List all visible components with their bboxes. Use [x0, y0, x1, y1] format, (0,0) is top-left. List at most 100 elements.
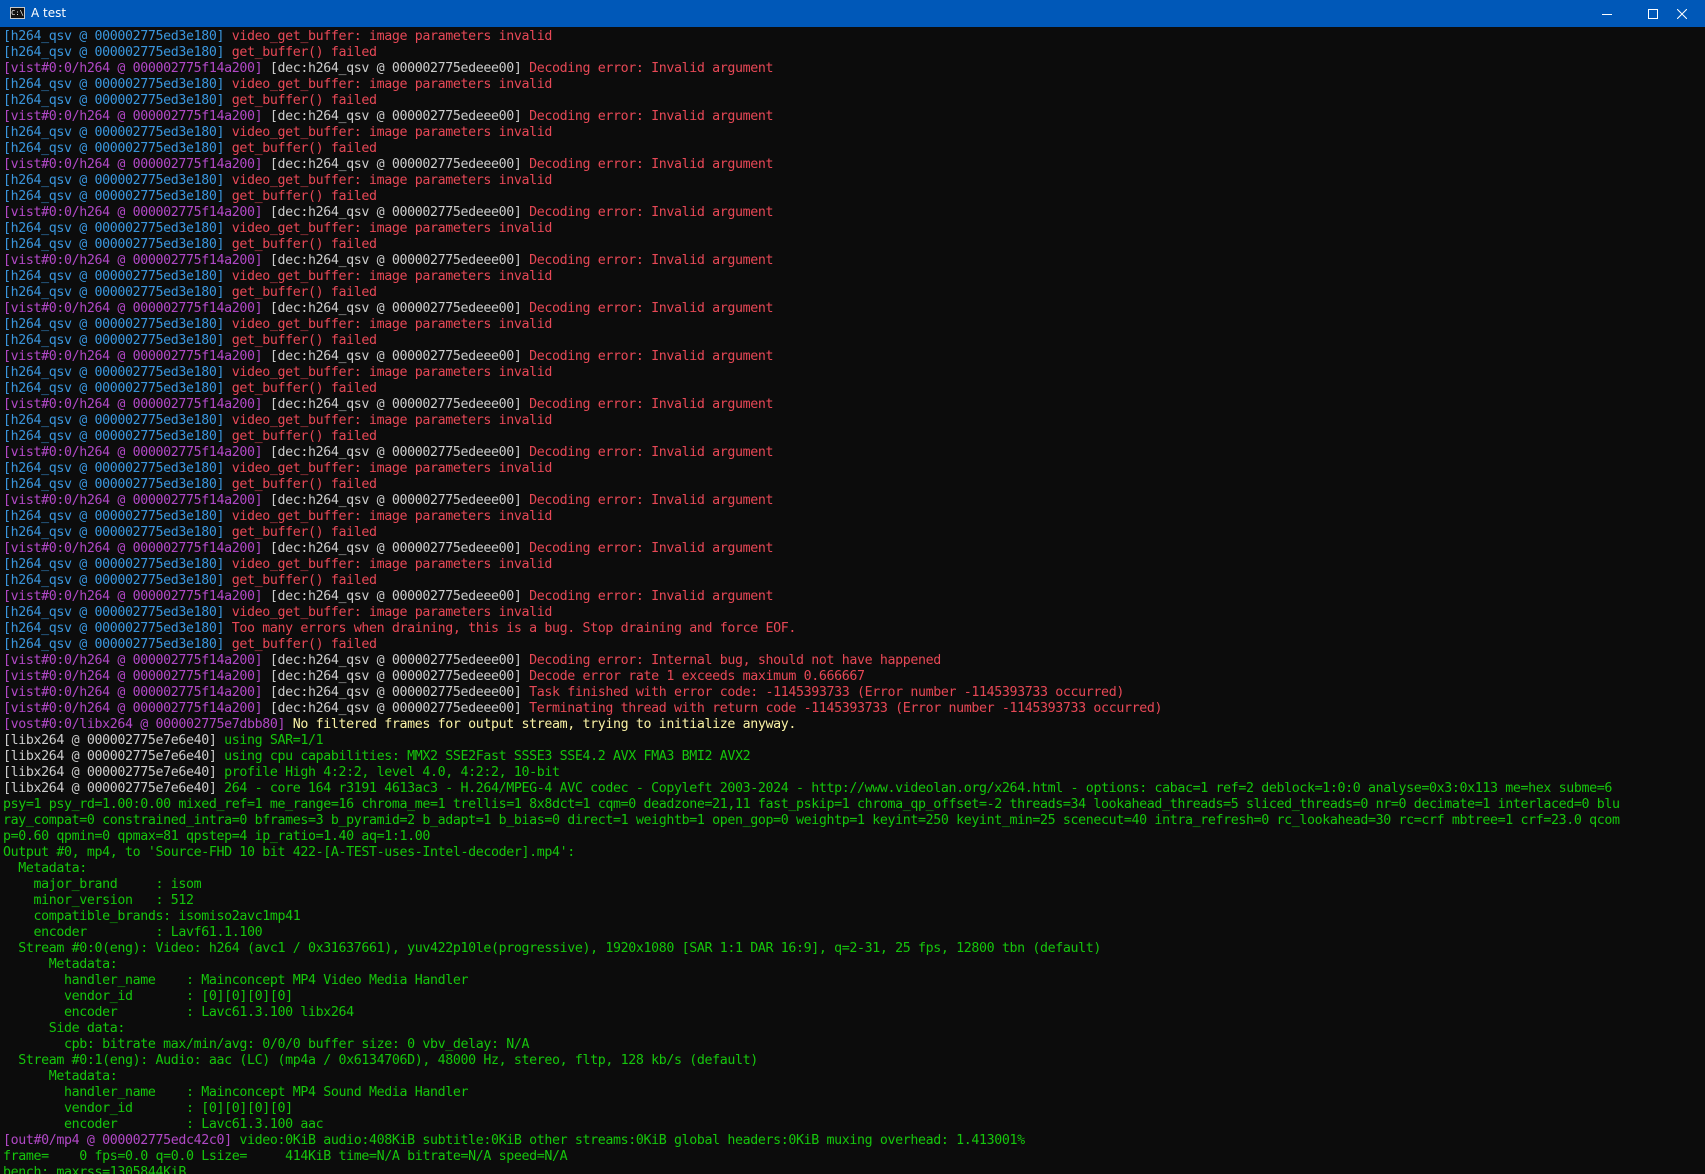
console-text-segment: Stream #0:1(eng): Audio: aac (LC) (mp4a … — [3, 1053, 758, 1068]
console-text-segment: encoder : Lavc61.3.100 libx264 — [3, 1005, 354, 1020]
console-text-segment: encoder : Lavf61.1.100 — [3, 925, 263, 940]
console-text-segment: [h264_qsv @ 000002775ed3e180] — [3, 29, 232, 44]
console-line: [h264_qsv @ 000002775ed3e180] video_get_… — [3, 557, 1703, 573]
console-line: [h264_qsv @ 000002775ed3e180] video_get_… — [3, 77, 1703, 93]
console-text-segment: get_buffer() failed — [231, 637, 377, 652]
console-text-segment: [h264_qsv @ 000002775ed3e180] — [3, 621, 232, 636]
console-text-segment: frame= 0 fps=0.0 q=0.0 Lsize= 414KiB tim… — [3, 1149, 568, 1164]
console-text-segment: handler_name : Mainconcept MP4 Video Med… — [3, 973, 469, 988]
console-text-segment: Decode error rate 1 exceeds maximum 0.66… — [529, 669, 865, 684]
console-text-segment: Output #0, mp4, to 'Source-FHD 10 bit 42… — [3, 845, 575, 860]
maximize-icon — [1648, 8, 1658, 19]
console-text-segment: [vist#0:0/h264 @ 000002775f14a200] — [3, 61, 270, 76]
console-line: [h264_qsv @ 000002775ed3e180] video_get_… — [3, 461, 1703, 477]
console-text-segment: ray_compat=0 constrained_intra=0 bframes… — [3, 813, 1620, 828]
console-line: [libx264 @ 000002775e7e6e40] 264 - core … — [3, 781, 1703, 797]
console-text-segment: [vist#0:0/h264 @ 000002775f14a200] — [3, 701, 270, 716]
console-text-segment: [h264_qsv @ 000002775ed3e180] — [3, 557, 232, 572]
console-text-segment: get_buffer() failed — [231, 141, 377, 156]
console-line: Side data: — [3, 1021, 1703, 1037]
console-line: encoder : Lavf61.1.100 — [3, 925, 1703, 941]
console-text-segment: [h264_qsv @ 000002775ed3e180] — [3, 189, 232, 204]
console-text-segment: video_get_buffer: image parameters inval… — [231, 77, 553, 92]
console-text-segment: [libx264 @ 000002775e7e6e40] — [3, 781, 225, 796]
title-bar[interactable]: C:\ A test — [0, 0, 1705, 27]
console-line: [libx264 @ 000002775e7e6e40] profile Hig… — [3, 765, 1703, 781]
minimize-button[interactable] — [1584, 0, 1630, 27]
console-line: [h264_qsv @ 000002775ed3e180] get_buffer… — [3, 333, 1703, 349]
console-text-segment: Stream #0:0(eng): Video: h264 (avc1 / 0x… — [3, 941, 1102, 956]
console-line: [h264_qsv @ 000002775ed3e180] get_buffer… — [3, 141, 1703, 157]
console-text-segment: Too many errors when draining, this is a… — [231, 621, 797, 636]
console-text-segment: video_get_buffer: image parameters inval… — [231, 317, 553, 332]
console-text-segment: Decoding error: Invalid argument — [529, 253, 774, 268]
console-line: [vist#0:0/h264 @ 000002775f14a200] [dec:… — [3, 445, 1703, 461]
console-line: [h264_qsv @ 000002775ed3e180] get_buffer… — [3, 45, 1703, 61]
console-text-segment: Decoding error: Invalid argument — [529, 301, 774, 316]
console-line: Metadata: — [3, 1069, 1703, 1085]
console-line: [vist#0:0/h264 @ 000002775f14a200] [dec:… — [3, 493, 1703, 509]
console-text-segment: Decoding error: Invalid argument — [529, 205, 774, 220]
console-line: cpb: bitrate max/min/avg: 0/0/0 buffer s… — [3, 1037, 1703, 1053]
console-text-segment: get_buffer() failed — [231, 573, 377, 588]
console-line: bench: maxrss=1305844KiB — [3, 1165, 1703, 1174]
console-text-segment: [libx264 @ 000002775e7e6e40] — [3, 749, 225, 764]
console-text-segment: [vist#0:0/h264 @ 000002775f14a200] — [3, 253, 270, 268]
console-text-segment: [h264_qsv @ 000002775ed3e180] — [3, 573, 232, 588]
console-text-segment: Decoding error: Invalid argument — [529, 397, 774, 412]
console-line: encoder : Lavc61.3.100 libx264 — [3, 1005, 1703, 1021]
console-text-segment: [out#0/mp4 @ 000002775edc42c0] — [3, 1133, 240, 1148]
console-text-segment: handler_name : Mainconcept MP4 Sound Med… — [3, 1085, 469, 1100]
console-text-segment: [h264_qsv @ 000002775ed3e180] — [3, 413, 232, 428]
console-line: [vist#0:0/h264 @ 000002775f14a200] [dec:… — [3, 109, 1703, 125]
console-line: [vost#0:0/libx264 @ 000002775e7dbb80] No… — [3, 717, 1703, 733]
console-line: [libx264 @ 000002775e7e6e40] using cpu c… — [3, 749, 1703, 765]
console-text-segment: get_buffer() failed — [231, 333, 377, 348]
console-text-segment: encoder : Lavc61.3.100 aac — [3, 1117, 324, 1132]
console-line: [vist#0:0/h264 @ 000002775f14a200] [dec:… — [3, 653, 1703, 669]
console-text-segment: [vist#0:0/h264 @ 000002775f14a200] — [3, 109, 270, 124]
console-text-segment: get_buffer() failed — [231, 477, 377, 492]
console-text-segment: [vist#0:0/h264 @ 000002775f14a200] — [3, 493, 270, 508]
console-text-segment: [libx264 @ 000002775e7e6e40] — [3, 733, 225, 748]
console-line: frame= 0 fps=0.0 q=0.0 Lsize= 414KiB tim… — [3, 1149, 1703, 1165]
console-text-segment: Side data: — [3, 1021, 126, 1036]
console-text-segment: [dec:h264_qsv @ 000002775edeee00] — [269, 653, 530, 668]
close-button[interactable] — [1659, 0, 1705, 27]
console-app-icon[interactable]: C:\ — [10, 7, 25, 19]
console-text-segment: [vist#0:0/h264 @ 000002775f14a200] — [3, 589, 270, 604]
console-text-segment: [h264_qsv @ 000002775ed3e180] — [3, 365, 232, 380]
console-text-segment: get_buffer() failed — [231, 525, 377, 540]
console-line: [h264_qsv @ 000002775ed3e180] get_buffer… — [3, 525, 1703, 541]
console-text-segment: get_buffer() failed — [231, 285, 377, 300]
console-line: [h264_qsv @ 000002775ed3e180] get_buffer… — [3, 93, 1703, 109]
console-text-segment: video_get_buffer: image parameters inval… — [231, 557, 553, 572]
console-line: Stream #0:1(eng): Audio: aac (LC) (mp4a … — [3, 1053, 1703, 1069]
console-text-segment: get_buffer() failed — [231, 237, 377, 252]
console-line: psy=1 psy_rd=1.00:0.00 mixed_ref=1 me_ra… — [3, 797, 1703, 813]
console-text-segment: video_get_buffer: image parameters inval… — [231, 461, 553, 476]
console-line: [vist#0:0/h264 @ 000002775f14a200] [dec:… — [3, 301, 1703, 317]
console-text-segment: [vost#0:0/libx264 @ 000002775e7dbb80] — [3, 717, 293, 732]
console-text-segment: [h264_qsv @ 000002775ed3e180] — [3, 269, 232, 284]
console-text-segment: Terminating thread with return code -114… — [529, 701, 1163, 716]
console-line: compatible_brands: isomiso2avc1mp41 — [3, 909, 1703, 925]
console-text-segment: [dec:h264_qsv @ 000002775edeee00] — [269, 397, 530, 412]
console-output[interactable]: [h264_qsv @ 000002775ed3e180] video_get_… — [3, 29, 1703, 1174]
minimize-icon — [1602, 13, 1612, 15]
console-text-segment: [dec:h264_qsv @ 000002775edeee00] — [269, 685, 530, 700]
console-text-segment: [libx264 @ 000002775e7e6e40] — [3, 765, 225, 780]
console-text-segment: video_get_buffer: image parameters inval… — [231, 509, 553, 524]
console-line: [h264_qsv @ 000002775ed3e180] Too many e… — [3, 621, 1703, 637]
console-line: [h264_qsv @ 000002775ed3e180] get_buffer… — [3, 637, 1703, 653]
console-line: [vist#0:0/h264 @ 000002775f14a200] [dec:… — [3, 349, 1703, 365]
console-text-segment: Decoding error: Invalid argument — [529, 61, 774, 76]
console-text-segment: 264 - core 164 r3191 4613ac3 - H.264/MPE… — [224, 781, 1612, 796]
console-text-segment: bench: maxrss=1305844KiB — [3, 1165, 187, 1174]
console-text-segment: using cpu capabilities: MMX2 SSE2Fast SS… — [224, 749, 751, 764]
console-line: [h264_qsv @ 000002775ed3e180] video_get_… — [3, 269, 1703, 285]
console-text-segment: [dec:h264_qsv @ 000002775edeee00] — [269, 445, 530, 460]
console-line: [vist#0:0/h264 @ 000002775f14a200] [dec:… — [3, 541, 1703, 557]
console-line: [h264_qsv @ 000002775ed3e180] video_get_… — [3, 173, 1703, 189]
console-text-segment: [h264_qsv @ 000002775ed3e180] — [3, 45, 232, 60]
